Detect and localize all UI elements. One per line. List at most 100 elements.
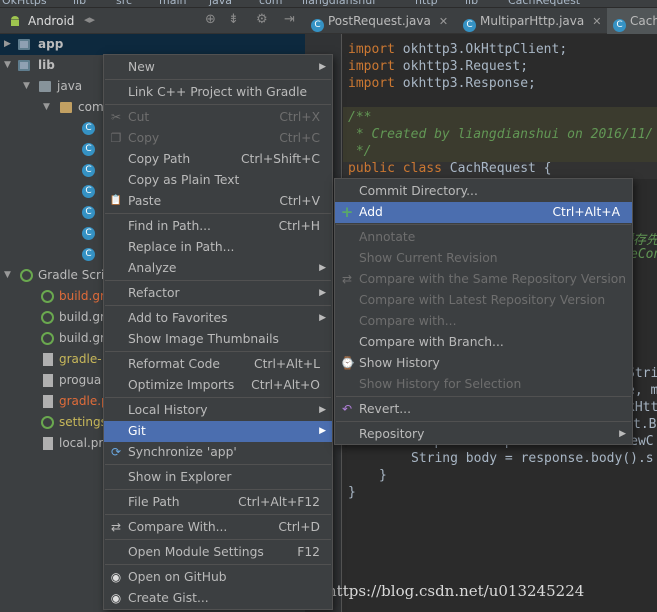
menu-item-revert[interactable]: ↶ Revert... bbox=[335, 399, 632, 420]
menu-item-add-to-favorites[interactable]: Add to Favorites ▶ bbox=[104, 308, 332, 329]
menu-item-analyze[interactable]: Analyze ▶ bbox=[104, 258, 332, 279]
menu-item-copy: ❐ Copy Ctrl+C bbox=[104, 128, 332, 149]
menu-item-reformat-code[interactable]: Reformat Code Ctrl+Alt+L bbox=[104, 354, 332, 375]
menu-item-file-path[interactable]: File Path Ctrl+Alt+F12 bbox=[104, 492, 332, 513]
code-line: public class CachRequest { bbox=[348, 161, 552, 176]
tab-multipar-http[interactable]: C MultiparHttp.java ✕ bbox=[463, 8, 601, 34]
menu-item-add[interactable]: + Add Ctrl+Alt+A bbox=[335, 202, 632, 223]
code-line: * Created by liangdianshui on 2016/11/ bbox=[348, 127, 654, 142]
breadcrumb-item[interactable]: lib bbox=[465, 0, 478, 7]
menu-item-label: Show History bbox=[359, 356, 440, 370]
sync-target-icon[interactable]: ⊕ bbox=[205, 12, 216, 27]
menu-item-optimize-imports[interactable]: Optimize Imports Ctrl+Alt+O bbox=[104, 375, 332, 396]
tree-item-label: java bbox=[57, 79, 83, 93]
gradle-icon bbox=[20, 269, 33, 282]
java-class-icon[interactable]: C bbox=[82, 206, 95, 219]
menu-item-repository[interactable]: Repository ▶ bbox=[335, 424, 632, 445]
project-view-selector[interactable]: Android bbox=[28, 14, 74, 28]
menu-item-label: Open Module Settings bbox=[128, 545, 264, 559]
java-class-icon[interactable]: C bbox=[82, 185, 95, 198]
sync-icon: ⟳ bbox=[110, 445, 122, 459]
menu-item-compare-with[interactable]: ⇄ Compare With... Ctrl+D bbox=[104, 517, 332, 538]
view-switch-arrows-icon[interactable]: ◂▸ bbox=[84, 13, 95, 26]
menu-item-local-history[interactable]: Local History ▶ bbox=[104, 400, 332, 421]
menu-item-label: Compare with Branch... bbox=[359, 335, 504, 349]
tree-item-label: build.gr bbox=[59, 310, 105, 324]
compare-icon: ⇄ bbox=[341, 272, 353, 286]
menu-item-show-current-revision: Show Current Revision bbox=[335, 248, 632, 269]
menu-item-label: Find in Path... bbox=[128, 219, 211, 233]
menu-item-find-in-path[interactable]: Find in Path... Ctrl+H bbox=[104, 216, 332, 237]
hide-panel-icon[interactable]: ⇥ bbox=[284, 12, 295, 27]
module-folder-icon bbox=[18, 39, 30, 50]
menu-item-new[interactable]: New ▶ bbox=[104, 57, 332, 78]
submenu-arrow-icon: ▶ bbox=[319, 426, 326, 436]
tab-post-request[interactable]: C PostRequest.java ✕ bbox=[311, 8, 448, 34]
file-icon bbox=[43, 374, 53, 387]
menu-item-commit-directory[interactable]: Commit Directory... bbox=[335, 181, 632, 202]
tree-item-label: com bbox=[78, 100, 104, 114]
menu-item-replace-in-path[interactable]: Replace in Path... bbox=[104, 237, 332, 258]
breadcrumb-item[interactable]: main bbox=[159, 0, 186, 7]
tab-cach-request[interactable]: C Cach bbox=[607, 8, 657, 34]
expand-arrow-icon[interactable]: ▼ bbox=[43, 97, 50, 118]
collapse-icon[interactable]: ⇟ bbox=[228, 12, 239, 27]
menu-item-label: Compare With... bbox=[128, 520, 228, 534]
breadcrumb-item[interactable]: OkHttps bbox=[2, 0, 47, 7]
breadcrumb-item[interactable]: com bbox=[259, 0, 283, 7]
close-icon[interactable]: ✕ bbox=[592, 15, 601, 28]
editor-tabs: C PostRequest.java ✕ C MultiparHttp.java ✕ C… bbox=[305, 8, 657, 34]
expand-arrow-icon[interactable]: ▼ bbox=[4, 265, 11, 286]
submenu-arrow-icon: ▶ bbox=[619, 429, 626, 439]
menu-item-open-module-settings[interactable]: Open Module Settings F12 bbox=[104, 542, 332, 563]
menu-item-label: Create Gist... bbox=[128, 591, 209, 605]
menu-item-label: Reformat Code bbox=[128, 357, 220, 371]
menu-item-label: Cut bbox=[128, 110, 150, 124]
menu-item-copy-as-plain-text[interactable]: Copy as Plain Text bbox=[104, 170, 332, 191]
breadcrumb-item[interactable]: CachRequest bbox=[508, 0, 580, 7]
menu-separator bbox=[105, 280, 331, 281]
java-class-icon[interactable]: C bbox=[82, 227, 95, 240]
breadcrumb-item[interactable]: lib bbox=[73, 0, 86, 7]
java-class-icon[interactable]: C bbox=[82, 164, 95, 177]
expand-arrow-icon[interactable]: ▼ bbox=[4, 55, 11, 76]
gear-icon[interactable]: ⚙ bbox=[256, 12, 268, 27]
menu-item-label: Paste bbox=[128, 194, 162, 208]
menu-item-shortcut: F12 bbox=[297, 545, 320, 559]
menu-item-paste[interactable]: 📋 Paste Ctrl+V bbox=[104, 191, 332, 212]
expand-arrow-icon[interactable]: ▼ bbox=[23, 76, 30, 97]
breadcrumb-item[interactable]: liangdianshui bbox=[302, 0, 375, 7]
menu-item-copy-path[interactable]: Copy Path Ctrl+Shift+C bbox=[104, 149, 332, 170]
collapse-arrow-icon[interactable]: ▶ bbox=[4, 34, 11, 55]
menu-item-show-in-explorer[interactable]: Show in Explorer bbox=[104, 467, 332, 488]
menu-item-create-gist[interactable]: ◉ Create Gist... bbox=[104, 588, 332, 609]
menu-separator bbox=[105, 305, 331, 306]
close-icon[interactable]: ✕ bbox=[439, 15, 448, 28]
menu-item-show-image-thumbnails[interactable]: Show Image Thumbnails bbox=[104, 329, 332, 350]
menu-item-compare-with-the-same-repository-version: ⇄ Compare with the Same Repository Versio… bbox=[335, 269, 632, 290]
menu-item-label: Show Current Revision bbox=[359, 251, 498, 265]
menu-item-show-history[interactable]: ⌚ Show History bbox=[335, 353, 632, 374]
menu-separator bbox=[105, 213, 331, 214]
java-class-icon[interactable]: C bbox=[82, 248, 95, 261]
breadcrumb-item[interactable]: http bbox=[415, 0, 438, 7]
menu-item-compare-with-latest-repository-version: Compare with Latest Repository Version bbox=[335, 290, 632, 311]
menu-item-synchronize-app[interactable]: ⟳ Synchronize 'app' bbox=[104, 442, 332, 463]
breadcrumb-item[interactable]: java bbox=[209, 0, 232, 7]
java-class-icon[interactable]: C bbox=[82, 143, 95, 156]
code-line: } bbox=[348, 485, 356, 500]
menu-item-compare-with-branch[interactable]: Compare with Branch... bbox=[335, 332, 632, 353]
menu-item-label: Annotate bbox=[359, 230, 416, 244]
menu-item-git[interactable]: Git ▶ bbox=[104, 421, 332, 442]
tree-item-app[interactable]: ▶ app bbox=[0, 34, 305, 55]
menu-item-open-on-github[interactable]: ◉ Open on GitHub bbox=[104, 567, 332, 588]
java-class-icon: C bbox=[311, 19, 324, 32]
menu-item-link-c-project-with-gradle[interactable]: Link C++ Project with Gradle bbox=[104, 82, 332, 103]
menu-item-refactor[interactable]: Refactor ▶ bbox=[104, 283, 332, 304]
menu-item-shortcut: Ctrl+Alt+O bbox=[251, 378, 320, 392]
submenu-arrow-icon: ▶ bbox=[319, 405, 326, 415]
android-icon bbox=[11, 16, 19, 26]
breadcrumb-item[interactable]: src bbox=[116, 0, 132, 7]
copy-icon: ❐ bbox=[110, 131, 122, 145]
java-class-icon[interactable]: C bbox=[82, 122, 95, 135]
